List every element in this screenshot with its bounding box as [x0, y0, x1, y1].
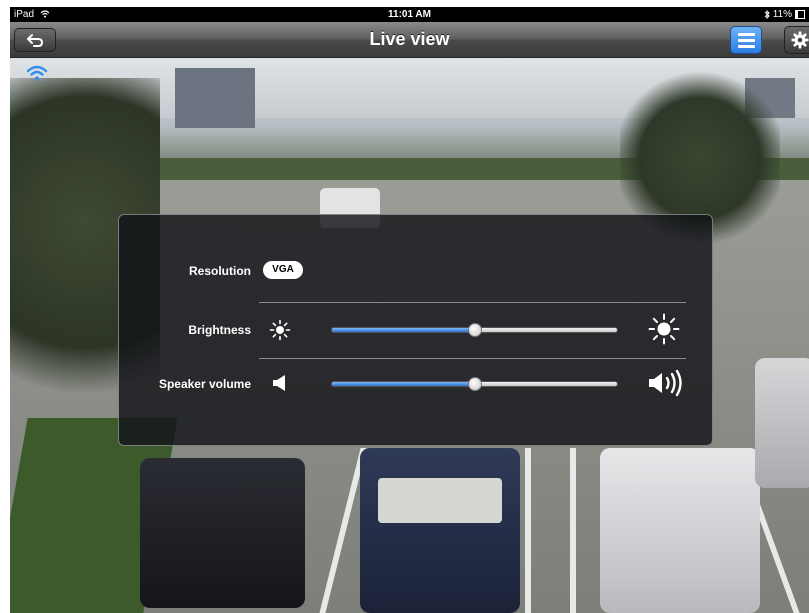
live-camera-feed[interactable]: Resolution VGA Brightness Speaker volume — [10, 58, 809, 613]
feed-car — [360, 448, 520, 613]
menu-button[interactable] — [730, 26, 762, 54]
speaker-volume-slider[interactable] — [331, 377, 618, 391]
status-time: 11:01 AM — [388, 9, 431, 20]
list-menu-icon — [737, 32, 755, 36]
sun-large-icon — [648, 313, 680, 345]
battery-icon — [795, 10, 805, 19]
feed-stripe — [525, 448, 531, 613]
bluetooth-icon — [764, 10, 770, 19]
sun-small-icon — [269, 319, 291, 341]
speaker-volume-label: Speaker volume — [158, 377, 251, 391]
page-title: Live view — [369, 29, 450, 49]
speaker-volume-slider-thumb[interactable] — [467, 377, 482, 391]
ipad-screen: iPad 11:01 AM 11% Live view Resolution V… — [10, 7, 809, 613]
status-bar: iPad 11:01 AM 11% — [10, 7, 809, 22]
speaker-high-icon — [649, 369, 682, 397]
brightness-slider[interactable] — [331, 323, 618, 337]
feed-car — [755, 358, 809, 488]
divider — [259, 358, 686, 359]
resolution-value-button[interactable]: VGA — [263, 261, 303, 279]
resolution-label: Resolution — [189, 264, 251, 278]
divider — [259, 302, 686, 303]
feed-stripe — [570, 448, 576, 613]
brightness-label: Brightness — [188, 323, 251, 337]
settings-button[interactable] — [784, 26, 809, 54]
feed-sunshade — [378, 478, 502, 523]
battery-percent: 11% — [772, 9, 792, 20]
list-menu-icon-line — [737, 38, 755, 42]
gear-icon — [791, 31, 809, 49]
speaker-low-icon — [273, 375, 285, 391]
nav-bar: Live view — [10, 22, 809, 58]
list-menu-icon-line — [737, 44, 755, 48]
feed-car — [600, 448, 760, 613]
status-right: 11% — [764, 7, 805, 22]
wifi-icon — [26, 65, 48, 81]
feed-building — [175, 68, 255, 128]
feed-car — [140, 458, 305, 608]
camera-settings-panel: Resolution VGA Brightness Speaker volume — [118, 214, 713, 446]
brightness-slider-thumb[interactable] — [467, 323, 482, 337]
speaker-volume-slider-fill — [332, 382, 475, 386]
brightness-slider-fill — [332, 328, 475, 332]
